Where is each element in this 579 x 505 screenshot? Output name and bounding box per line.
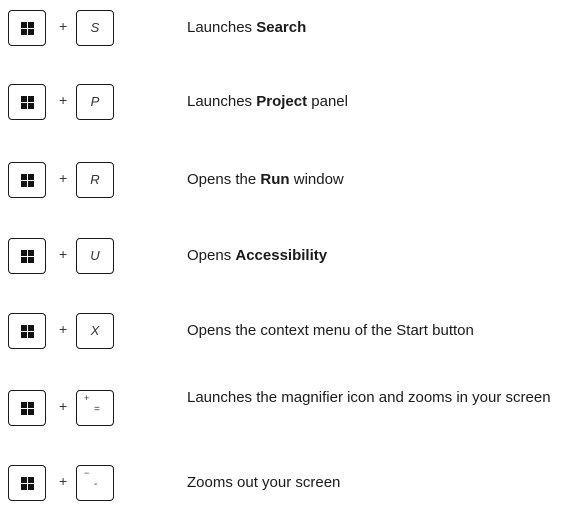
plus-sign: + [59,321,68,337]
windows-key [8,238,46,274]
windows-key [8,84,46,120]
shortcut-description: Zooms out your screen [187,474,341,491]
shortcut-row-context-menu: + X Opens the context menu of the Start … [0,313,579,351]
windows-logo-icon [21,402,34,415]
key-label: - [94,479,98,490]
letter-key: S [76,10,114,46]
shortcut-description: Opens the Run window [187,171,344,188]
letter-key: P [76,84,114,120]
key-shift-label: − [84,468,90,478]
shortcut-row-search: + S Launches Search [0,10,579,48]
shortcut-row-zoom-out: + − - Zooms out your screen [0,465,579,503]
plus-sign: + [59,92,68,108]
windows-logo-icon [21,325,34,338]
windows-logo-icon [21,174,34,187]
shortcut-description: Opens Accessibility [187,247,328,264]
letter-key: U [76,238,114,274]
windows-logo-icon [21,477,34,490]
letter-key: X [76,313,114,349]
plus-sign: + [59,170,68,186]
letter-key: R [76,162,114,198]
plus-sign: + [59,398,68,414]
windows-key [8,390,46,426]
key-label: P [90,94,100,109]
key-label: R [90,172,100,187]
windows-key [8,465,46,501]
key-label: U [90,248,100,263]
minus-key: − - [76,465,114,501]
key-shift-label: + [84,393,90,403]
windows-key [8,313,46,349]
shortcut-description: Launches Project panel [187,93,348,110]
plus-equals-key: + = [76,390,114,426]
windows-key [8,10,46,46]
windows-logo-icon [21,96,34,109]
shortcut-description: Launches the magnifier icon and zooms in… [187,389,551,406]
shortcut-description: Opens the context menu of the Start butt… [187,322,474,339]
plus-sign: + [59,473,68,489]
shortcut-description: Launches Search [187,19,307,36]
shortcut-row-run: + R Opens the Run window [0,162,579,200]
shortcut-row-zoom-in: + + = Launches the magnifier icon and zo… [0,389,579,428]
windows-key [8,162,46,198]
windows-logo-icon [21,22,34,35]
windows-logo-icon [21,250,34,263]
plus-sign: + [59,18,68,34]
key-label: X [90,323,100,338]
shortcut-row-project: + P Launches Project panel [0,84,579,122]
key-label: S [90,20,100,35]
shortcut-row-accessibility: + U Opens Accessibility [0,238,579,276]
key-label: = [94,404,100,415]
plus-sign: + [59,246,68,262]
